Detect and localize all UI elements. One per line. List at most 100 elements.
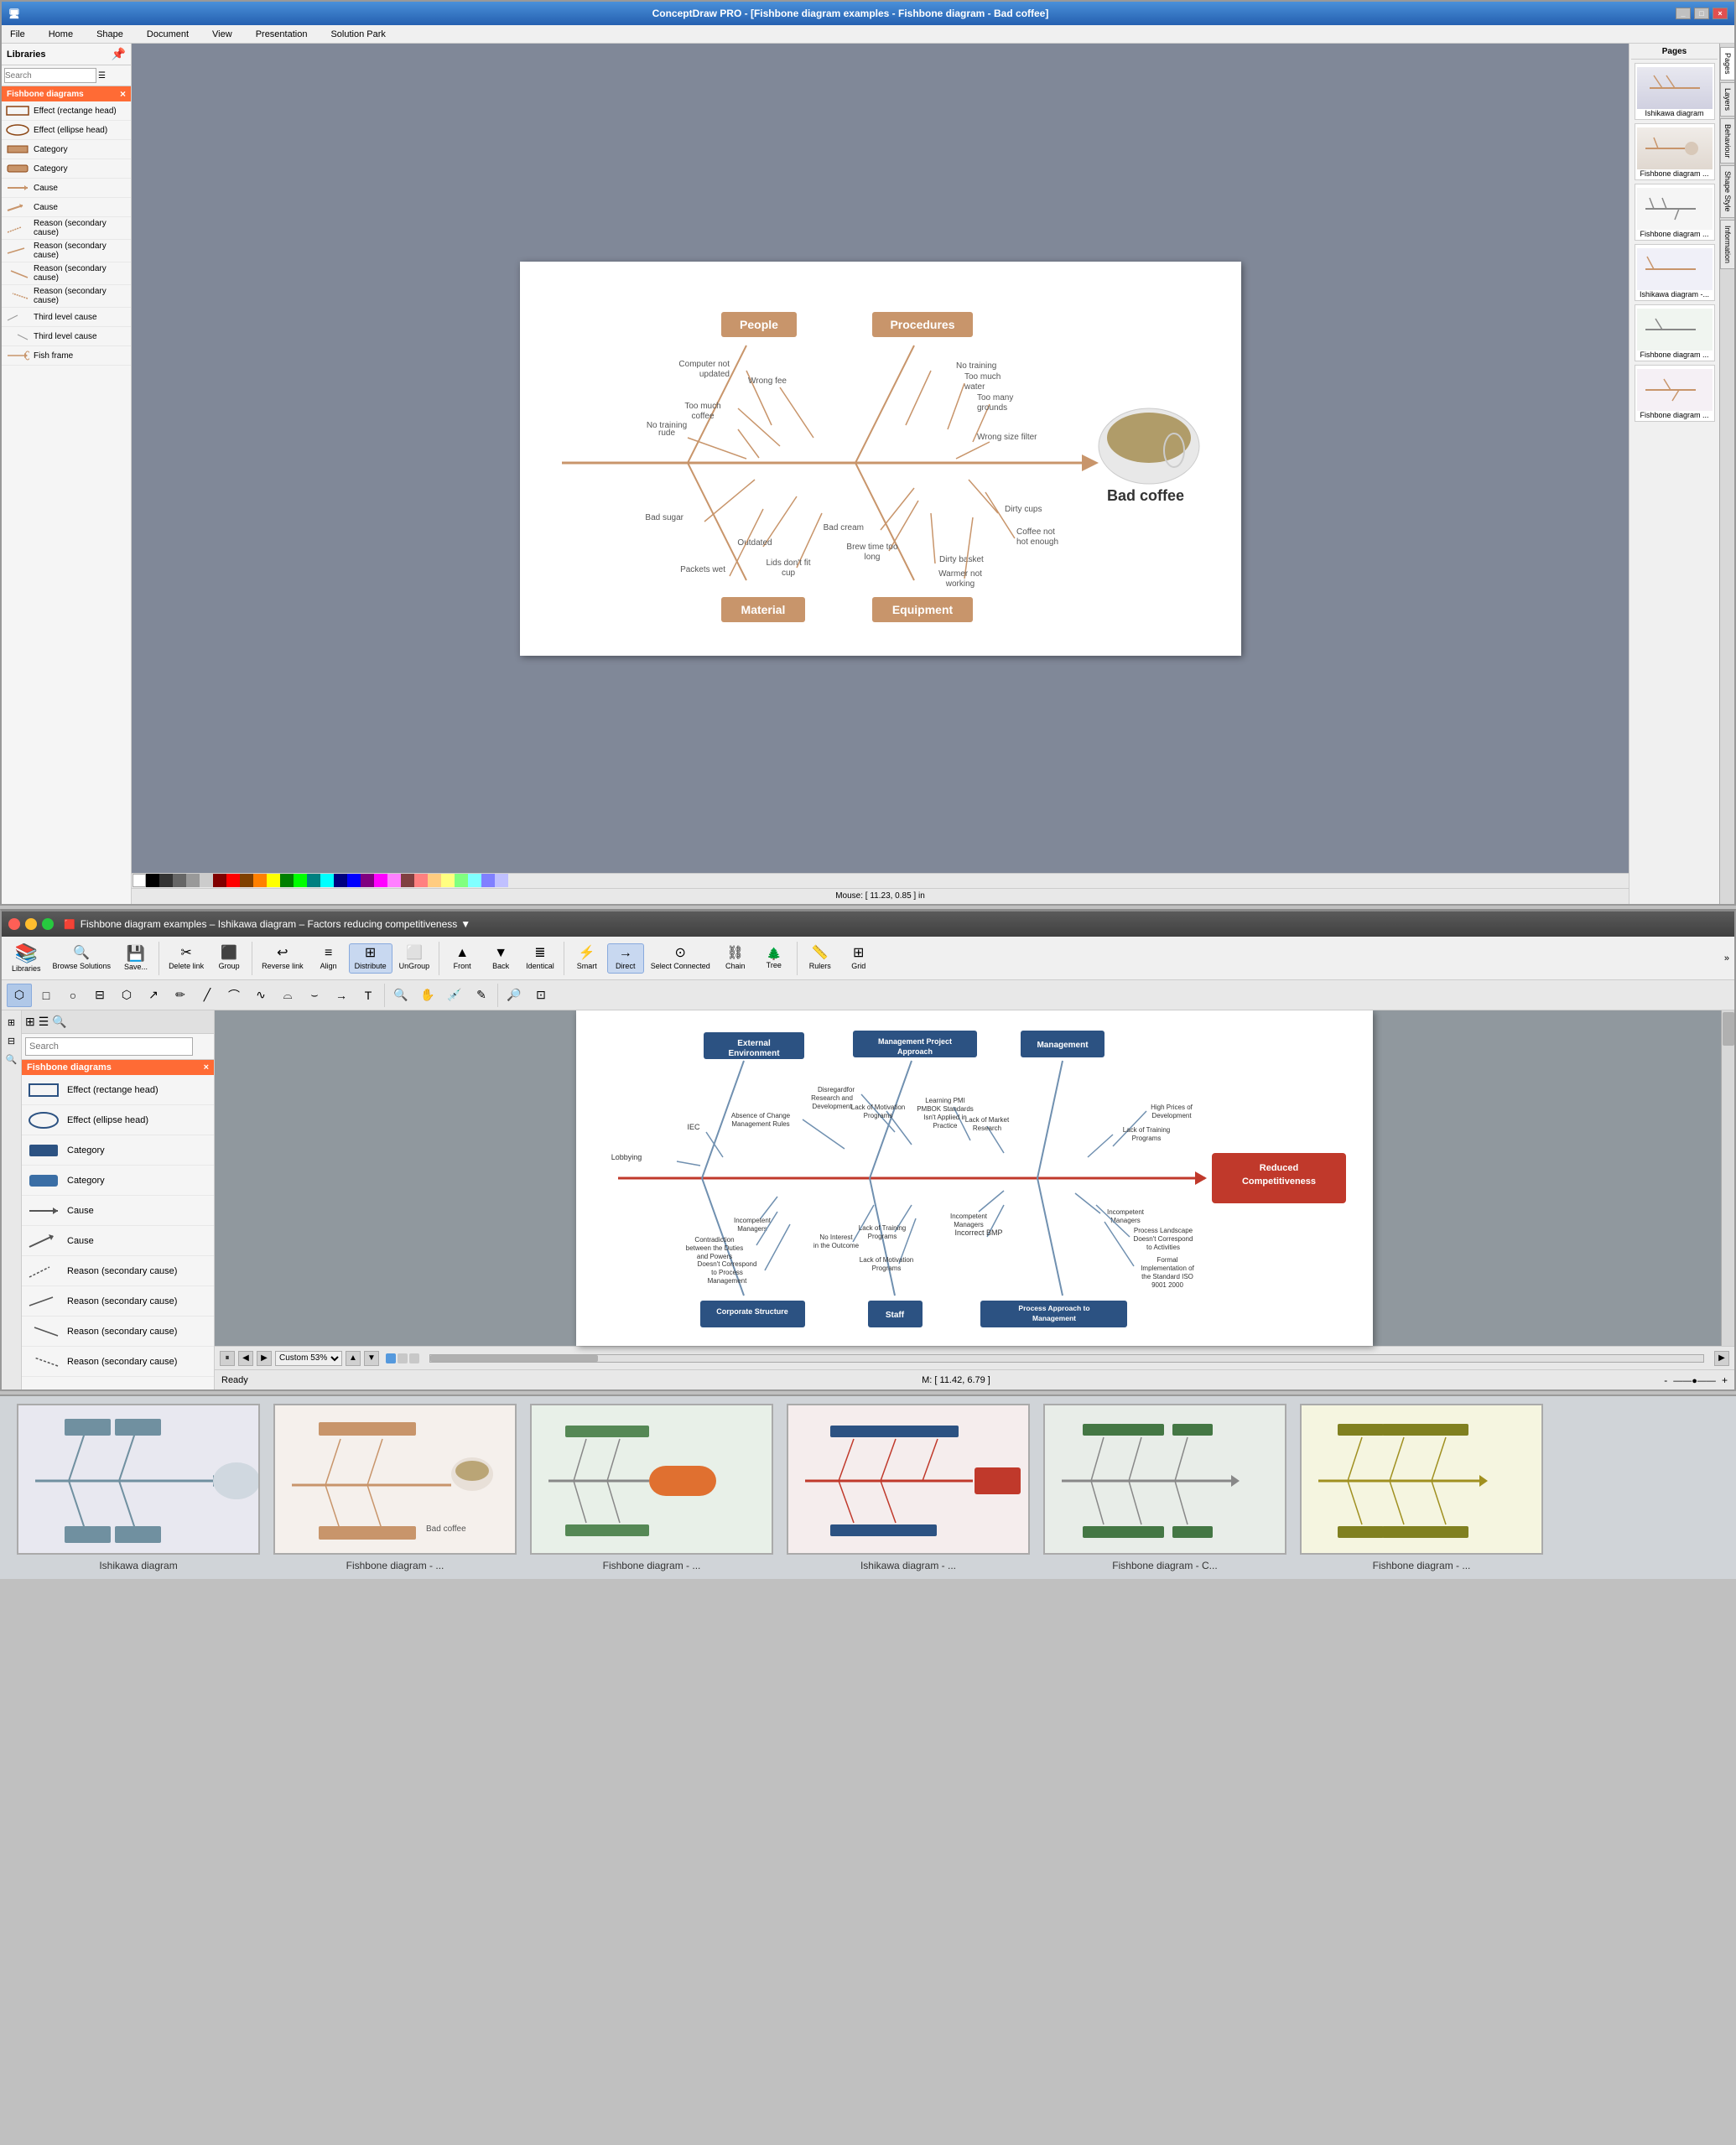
color-swatch-red[interactable]	[226, 874, 240, 887]
group-btn[interactable]: ⬛ Group	[211, 944, 247, 973]
color-swatch-khaki[interactable]	[441, 874, 455, 887]
tree-btn[interactable]: 🌲 Tree	[756, 945, 793, 972]
align-btn[interactable]: ≡ Align	[310, 944, 347, 973]
menu-solution-park[interactable]: Solution Park	[325, 28, 390, 41]
bottom-close-library-icon[interactable]: ×	[204, 1062, 209, 1072]
color-swatch-pink[interactable]	[387, 874, 401, 887]
menu-document[interactable]: Document	[142, 28, 194, 41]
lib-item-category-1[interactable]: Category	[2, 140, 131, 159]
color-swatch-aqua[interactable]	[468, 874, 481, 887]
dropdown-arrow-icon[interactable]: ▼	[460, 918, 470, 930]
competitiveness-diagram[interactable]: Reduced Competitiveness	[576, 1010, 1373, 1346]
color-swatch-white[interactable]	[133, 874, 146, 887]
zoom-up-btn[interactable]: ▲	[346, 1351, 361, 1366]
lib-item-reason-1[interactable]: Reason (secondary cause)	[2, 217, 131, 240]
lib-item-reason-3[interactable]: Reason (secondary cause)	[2, 262, 131, 285]
bottom-lib-reason-2[interactable]: Reason (secondary cause)	[22, 1286, 214, 1317]
lib-item-effect-rect[interactable]: Effect (rectange head)	[2, 101, 131, 121]
sidebar-search-icon[interactable]: 🔍	[52, 1015, 66, 1029]
maximize-button[interactable]: □	[1694, 8, 1709, 19]
line-tool[interactable]: ╱	[195, 984, 220, 1007]
color-swatch-gray[interactable]	[173, 874, 186, 887]
bottom-search-input[interactable]	[25, 1037, 193, 1056]
lt-btn-search[interactable]: 🔍	[3, 1051, 20, 1067]
bottom-lib-effect-rect[interactable]: Effect (rectange head)	[22, 1075, 214, 1105]
color-swatch-yellow[interactable]	[267, 874, 280, 887]
lib-item-fish-frame[interactable]: Fish frame	[2, 346, 131, 366]
bottom-lib-cause-2[interactable]: Cause	[22, 1226, 214, 1256]
close-button[interactable]: ×	[1713, 8, 1728, 19]
minimize-icon[interactable]	[25, 918, 37, 930]
page-thumb-4[interactable]: Ishikawa diagram -...	[1635, 244, 1715, 301]
zoom-select[interactable]: Custom 53% 50% 75% 100%	[275, 1351, 342, 1366]
thumb-2[interactable]: Bad coffee Fishbone diagram - ...	[273, 1404, 517, 1571]
grid-view-icon[interactable]: ⊞	[25, 1015, 35, 1029]
menu-view[interactable]: View	[207, 28, 237, 41]
bottom-lib-category-1[interactable]: Category	[22, 1135, 214, 1166]
pen-tool[interactable]: ✏	[168, 984, 193, 1007]
tab-pages[interactable]: Pages	[1720, 47, 1734, 81]
pencil-tool-2[interactable]: ✎	[469, 984, 494, 1007]
grid-btn[interactable]: ⊞ Grid	[840, 944, 877, 973]
color-swatch-green-dark[interactable]	[280, 874, 294, 887]
scroll-right-btn[interactable]: ▶	[1714, 1351, 1729, 1366]
nav-next-btn[interactable]: ▶	[257, 1351, 272, 1366]
color-swatch-purple-dark[interactable]	[361, 874, 374, 887]
color-swatch-darkgray[interactable]	[159, 874, 173, 887]
color-swatch-sky[interactable]	[481, 874, 495, 887]
page-scroll-thumb[interactable]	[430, 1355, 598, 1362]
pin-icon[interactable]: 📌	[112, 47, 126, 61]
color-swatch-green[interactable]	[294, 874, 307, 887]
distribute-btn[interactable]: ⊞ Distribute	[349, 943, 392, 974]
menu-home[interactable]: Home	[44, 28, 78, 41]
front-btn[interactable]: ▲ Front	[444, 944, 481, 973]
page-thumb-6[interactable]: Fishbone diagram ...	[1635, 365, 1715, 422]
lib-item-third-1[interactable]: Third level cause	[2, 308, 131, 327]
rulers-btn[interactable]: 📏 Rulers	[802, 944, 839, 973]
thumb-3[interactable]: Fishbone diagram - ...	[530, 1404, 773, 1571]
nav-prev-btn[interactable]: ◀	[238, 1351, 253, 1366]
list-view-icon[interactable]: ☰	[98, 71, 106, 81]
color-swatch-lime[interactable]	[455, 874, 468, 887]
ellipse-tool[interactable]: ○	[60, 984, 86, 1007]
bottom-lib-effect-ellipse[interactable]: Effect (ellipse head)	[22, 1105, 214, 1135]
tab-layers[interactable]: Layers	[1720, 82, 1734, 117]
color-swatch-orange[interactable]	[253, 874, 267, 887]
zoom-down-btn[interactable]: ▼	[364, 1351, 379, 1366]
curve-tool[interactable]: ⌒	[221, 984, 247, 1007]
close-icon[interactable]	[8, 918, 20, 930]
libraries-btn[interactable]: 📚 Libraries	[7, 942, 46, 975]
bottom-lib-cause-1[interactable]: Cause	[22, 1196, 214, 1226]
color-swatch-tan[interactable]	[428, 874, 441, 887]
color-swatch-orange-dark[interactable]	[240, 874, 253, 887]
bottom-lib-category-2[interactable]: Category	[22, 1166, 214, 1196]
page-thumb-2[interactable]: Fishbone diagram ...	[1635, 123, 1715, 180]
color-swatch-coral[interactable]	[414, 874, 428, 887]
color-swatch-red-dark[interactable]	[213, 874, 226, 887]
identical-btn[interactable]: ≣ Identical	[521, 944, 559, 973]
page-dot-2[interactable]	[398, 1353, 408, 1363]
color-swatch-lightgray[interactable]	[186, 874, 200, 887]
bottom-lib-reason-4[interactable]: Reason (secondary cause)	[22, 1347, 214, 1377]
bezier-tool[interactable]: ⌣	[302, 984, 327, 1007]
menu-presentation[interactable]: Presentation	[251, 28, 313, 41]
lib-item-third-2[interactable]: Third level cause	[2, 327, 131, 346]
thumb-5[interactable]: Fishbone diagram - C...	[1043, 1404, 1286, 1571]
close-library-icon[interactable]: ×	[120, 88, 126, 100]
color-swatch-purple[interactable]	[374, 874, 387, 887]
more-tools-btn[interactable]: »	[1724, 953, 1729, 963]
browse-solutions-btn[interactable]: 🔍 Browse Solutions	[48, 944, 117, 973]
right-scrollbar[interactable]	[1721, 1010, 1734, 1346]
eyedropper-tool[interactable]: 💉	[442, 984, 467, 1007]
minimize-button[interactable]: _	[1676, 8, 1691, 19]
page-dot-3[interactable]	[409, 1353, 419, 1363]
shape-tool-1[interactable]: ⬡	[114, 984, 139, 1007]
zoom-fit-tool[interactable]: ⊡	[528, 984, 554, 1007]
spline-tool[interactable]: ∿	[248, 984, 273, 1007]
select-tool[interactable]: ⬡	[7, 984, 32, 1007]
reverse-link-btn[interactable]: ↩ Reverse link	[257, 944, 309, 973]
lt-btn-2[interactable]: ⊟	[3, 1032, 20, 1049]
zoom-plus-icon[interactable]: +	[1722, 1374, 1728, 1386]
lib-item-cause-1[interactable]: Cause	[2, 179, 131, 198]
lt-btn-1[interactable]: ⊞	[3, 1014, 20, 1031]
